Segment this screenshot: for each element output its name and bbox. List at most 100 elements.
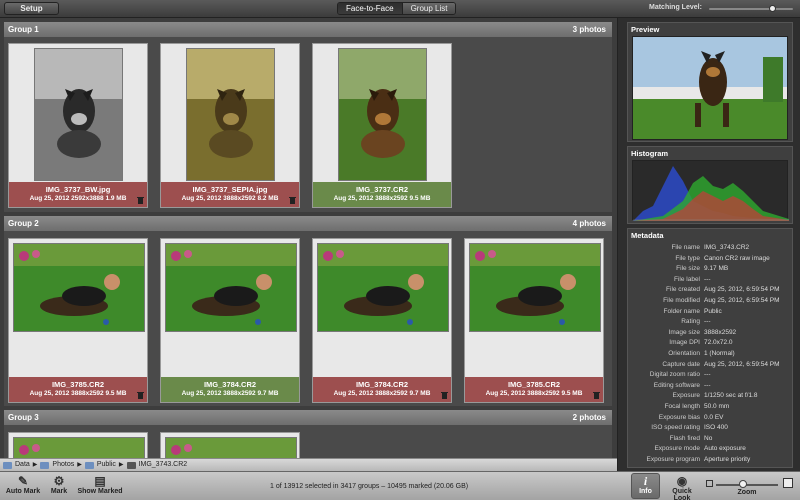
- metadata-key: File size: [676, 265, 700, 273]
- path-item[interactable]: Public: [97, 459, 116, 471]
- preview-panel: Preview: [627, 22, 793, 142]
- matching-level-knob[interactable]: [769, 5, 776, 12]
- metadata-value: Auto exposure: [704, 445, 746, 453]
- metadata-key: File label: [673, 275, 700, 283]
- photo-card[interactable]: IMG_3737_SEPIA.jpg Aug 25, 2012 3888x259…: [160, 43, 300, 208]
- group-header[interactable]: Group 3 2 photos: [4, 410, 612, 425]
- metadata-value: ---: [704, 275, 711, 283]
- metadata-value: 1 (Normal): [704, 350, 735, 357]
- metadata-value: ISO 400: [704, 424, 728, 432]
- metadata-row: File type Canon CR2 raw image: [628, 254, 794, 264]
- folder-icon: [84, 461, 94, 469]
- metadata-key: Exposure mode: [654, 445, 700, 453]
- metadata-value: ---: [704, 371, 711, 379]
- tray-icon: ▤: [94, 474, 106, 488]
- path-item[interactable]: Photos: [52, 459, 74, 471]
- group-count: 2 photos: [572, 413, 606, 422]
- metadata-value: 50.0 mm: [704, 403, 730, 410]
- metadata-row: ISO speed rating ISO 400: [628, 423, 794, 433]
- photo-caption: IMG_3737_BW.jpg Aug 25, 2012 2592x3888 1…: [9, 182, 147, 207]
- metadata-value: ---: [704, 381, 711, 389]
- photo-card[interactable]: [160, 432, 300, 458]
- preview-image: [632, 36, 788, 140]
- trash-icon[interactable]: [137, 196, 144, 204]
- metadata-row: File modified Aug 25, 2012, 6:59:54 PM: [628, 296, 794, 306]
- trash-icon[interactable]: [593, 391, 600, 399]
- metadata-key: Folder name: [663, 307, 701, 315]
- metadata-value: Public: [704, 307, 722, 315]
- photo-file-name: IMG_3737_SEPIA.jpg: [192, 185, 268, 194]
- photo-thumbnail: [165, 243, 297, 332]
- photo-meta: Aug 25, 2012 3888x2592 9.5 MB: [29, 390, 127, 397]
- group-count: 4 photos: [572, 219, 606, 228]
- trash-icon[interactable]: [137, 391, 144, 399]
- metadata-row: Flash fired No: [628, 434, 794, 444]
- auto-mark-label: Auto Mark: [5, 488, 41, 495]
- zoom-slider[interactable]: [716, 484, 778, 486]
- zoom-label: Zoom: [737, 489, 757, 496]
- setup-button[interactable]: Setup: [4, 2, 59, 15]
- quick-look-label: Quick Look: [672, 488, 692, 500]
- group-header[interactable]: Group 1 3 photos: [4, 22, 612, 37]
- photo-card[interactable]: [8, 432, 148, 458]
- metadata-value: Aug 25, 2012, 6:59:54 PM: [704, 360, 780, 368]
- group-body: IMG_3785.CR2 Aug 25, 2012 3888x2592 9.5 …: [4, 231, 612, 406]
- groups-area: Group 1 3 photos IMG_3737_BW.jpg Aug 25,…: [0, 18, 617, 458]
- auto-mark-button[interactable]: ✎ Auto Mark: [5, 474, 41, 495]
- photo-caption: IMG_3785.CR2 Aug 25, 2012 3888x2592 9.5 …: [9, 377, 147, 402]
- metadata-key: Focal length: [664, 403, 700, 410]
- trash-icon[interactable]: [289, 196, 296, 204]
- info-button-content[interactable]: i Info: [631, 474, 660, 495]
- photo-meta: Aug 25, 2012 3888x2592 9.7 MB: [181, 390, 279, 397]
- metadata-key: File modified: [663, 297, 700, 304]
- folder-icon: [3, 461, 12, 469]
- group-title: Group 2: [8, 219, 39, 228]
- metadata-row: Exposure mode Auto exposure: [628, 444, 794, 454]
- face-to-face-tab[interactable]: Face-to-Face: [338, 3, 402, 14]
- photo-card[interactable]: IMG_3784.CR2 Aug 25, 2012 3888x2592 9.7 …: [312, 238, 452, 403]
- metadata-key: Editing software: [653, 381, 700, 389]
- mark-button[interactable]: ⚙ Mark: [48, 474, 70, 495]
- photo-caption: IMG_3784.CR2 Aug 25, 2012 3888x2592 9.7 …: [161, 377, 299, 402]
- metadata-key: Rating: [681, 318, 700, 326]
- photo-thumbnail: [34, 48, 123, 181]
- photo-caption: IMG_3784.CR2 Aug 25, 2012 3888x2592 9.7 …: [313, 377, 451, 402]
- metadata-value: 3888x2592: [704, 328, 737, 336]
- mark-label: Mark: [50, 488, 68, 495]
- path-item[interactable]: Data: [15, 459, 30, 471]
- group-header[interactable]: Group 2 4 photos: [4, 216, 612, 231]
- chevron-right-icon: ▶: [32, 462, 38, 468]
- inspector-sidebar: Preview Histogram Metadata File name IMG…: [617, 18, 800, 471]
- metadata-value: 0.0 EV: [704, 413, 724, 421]
- photo-card[interactable]: IMG_3785.CR2 Aug 25, 2012 3888x2592 9.5 …: [464, 238, 604, 403]
- show-marked-button[interactable]: ▤ Show Marked: [77, 474, 123, 495]
- path-item[interactable]: IMG_3743.CR2: [139, 459, 188, 471]
- zoom-knob[interactable]: [739, 480, 747, 488]
- quick-look-button[interactable]: ◉ Quick Look: [663, 474, 701, 500]
- photo-thumbnail: [186, 48, 275, 181]
- photo-caption: IMG_3737.CR2 Aug 25, 2012 3888x2592 9.5 …: [313, 182, 451, 207]
- photo-card[interactable]: IMG_3737.CR2 Aug 25, 2012 3888x2592 9.5 …: [312, 43, 452, 208]
- photo-caption: IMG_3737_SEPIA.jpg Aug 25, 2012 3888x259…: [161, 182, 299, 207]
- photo-card[interactable]: IMG_3737_BW.jpg Aug 25, 2012 2592x3888 1…: [8, 43, 148, 208]
- photo-card[interactable]: IMG_3784.CR2 Aug 25, 2012 3888x2592 9.7 …: [160, 238, 300, 403]
- metadata-key: File type: [675, 254, 700, 262]
- group-list-tab[interactable]: Group List: [401, 3, 456, 14]
- photo-meta: Aug 25, 2012 3888x2592 9.5 MB: [485, 390, 583, 397]
- path-bar: Data ▶ Photos ▶ Public ▶ IMG_3743.CR2: [0, 458, 617, 471]
- metadata-value: Aug 25, 2012, 6:59:54 PM: [704, 297, 780, 304]
- photo-card[interactable]: IMG_3785.CR2 Aug 25, 2012 3888x2592 9.5 …: [8, 238, 148, 403]
- metadata-row: Focal length 50.0 mm: [628, 402, 794, 412]
- metadata-key: Exposure: [672, 392, 700, 400]
- mark-icon: ⚙: [53, 474, 65, 488]
- group-body: IMG_3737_BW.jpg Aug 25, 2012 2592x3888 1…: [4, 37, 612, 212]
- photo-meta: Aug 25, 2012 3888x2592 9.5 MB: [333, 195, 431, 202]
- metadata-value: Aperture priority: [704, 456, 751, 463]
- matching-level-slider[interactable]: [709, 8, 793, 10]
- trash-icon[interactable]: [441, 391, 448, 399]
- zoom-small-icon: [706, 480, 713, 487]
- chevron-right-icon: ▶: [77, 462, 82, 468]
- metadata-key: Image size: [668, 328, 700, 336]
- metadata-row: File name IMG_3743.CR2: [628, 243, 794, 253]
- metadata-key: File name: [671, 244, 700, 251]
